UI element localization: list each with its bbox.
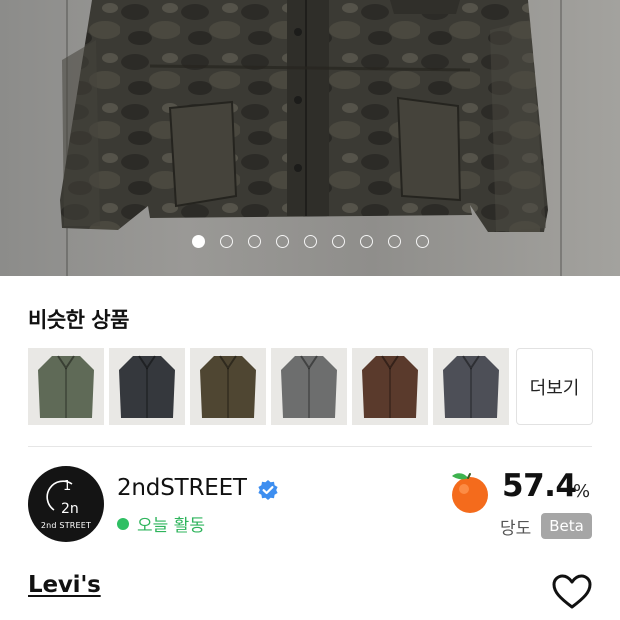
carousel-dot[interactable]	[247, 235, 261, 248]
activity-status-text: 오늘 활동	[137, 516, 205, 536]
carousel-dot[interactable]	[303, 235, 317, 248]
brand-link[interactable]: Levi's	[28, 572, 101, 598]
similar-product-thumbnail[interactable]	[271, 348, 347, 425]
seller-activity-status: 오늘 활동	[117, 511, 205, 536]
carousel-dot[interactable]	[275, 235, 289, 248]
activity-dot-icon	[117, 517, 129, 530]
similar-product-thumbnail[interactable]	[28, 348, 104, 425]
carousel-dot[interactable]	[191, 235, 205, 248]
heart-icon[interactable]	[552, 574, 592, 610]
seller-name[interactable]: 2ndSTREET	[117, 475, 247, 501]
similar-product-thumbnail[interactable]	[190, 348, 266, 425]
jacket-thumbnail-image	[443, 355, 499, 418]
similar-product-thumbnail[interactable]	[352, 348, 428, 425]
carousel-indicator[interactable]	[0, 235, 620, 249]
jacket-thumbnail-image	[281, 355, 337, 418]
carousel-dot[interactable]	[219, 235, 233, 248]
svg-text:1: 1	[63, 479, 71, 494]
seller-logo-icon: 1 2n	[46, 479, 79, 517]
verified-badge-icon	[258, 480, 278, 500]
freshness-score: 57.4	[502, 468, 577, 504]
jacket-thumbnail-image	[362, 355, 418, 418]
jacket-thumbnail-image	[119, 355, 175, 418]
freshness-label: 당도	[500, 519, 532, 539]
carousel-dot[interactable]	[387, 235, 401, 248]
carousel-dot[interactable]	[359, 235, 373, 248]
similar-product-thumbnail[interactable]	[433, 348, 509, 425]
similar-products-list	[28, 348, 509, 425]
similar-product-thumbnail[interactable]	[109, 348, 185, 425]
seller-avatar-text: 2nd STREET	[40, 521, 92, 530]
orange-fruit-icon	[452, 473, 488, 513]
freshness-score-unit: %	[573, 481, 591, 502]
divider	[28, 446, 592, 447]
product-image-gallery[interactable]	[0, 0, 620, 276]
carousel-dot[interactable]	[331, 235, 345, 248]
carousel-dot[interactable]	[415, 235, 429, 248]
svg-text:2n: 2n	[61, 501, 79, 517]
see-more-button[interactable]: 더보기	[516, 348, 593, 425]
seller-avatar[interactable]: 1 2n 2nd STREET	[28, 466, 104, 542]
jacket-thumbnail-image	[38, 355, 94, 418]
beta-badge: Beta	[541, 513, 592, 539]
jacket-thumbnail-image	[200, 355, 256, 418]
similar-products-title: 비슷한 상품	[28, 308, 129, 332]
